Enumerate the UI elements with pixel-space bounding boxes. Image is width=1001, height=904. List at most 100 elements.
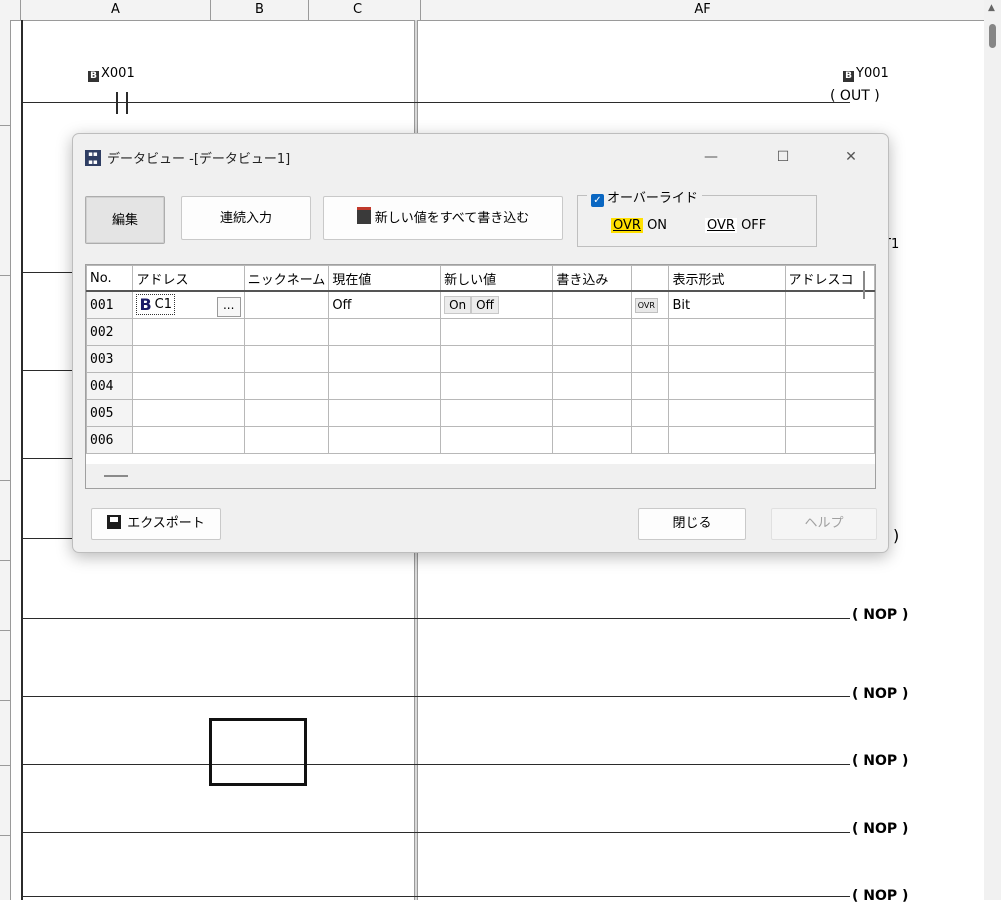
data-view-grid: No. アドレス ニックネーム 現在値 新しい値 書き込み 表示形式 アドレスコ… — [85, 264, 876, 489]
header-override[interactable] — [630, 265, 670, 292]
grid-horizontal-scrollbar[interactable] — [85, 464, 876, 489]
floppy-disk-icon — [107, 515, 122, 529]
row-number: 002 — [86, 318, 134, 346]
address-cell[interactable] — [132, 318, 245, 346]
nickname-cell[interactable] — [243, 399, 330, 427]
continuous-input-button[interactable]: 連続入力 — [181, 196, 311, 240]
header-current-value[interactable]: 現在値 — [328, 265, 442, 292]
dialog-title: データビュー -[データビュー1] — [107, 152, 291, 167]
export-button[interactable]: エクスポート — [91, 508, 221, 540]
output-coil-label: B Y001 — [843, 66, 889, 82]
column-header-af[interactable]: AF — [420, 0, 984, 20]
new-value-off-button[interactable]: Off — [471, 296, 499, 314]
row-ovr-button[interactable]: OVR — [634, 298, 658, 313]
header-nickname[interactable]: ニックネーム — [243, 265, 330, 292]
grid-vertical-scroll-thumb[interactable] — [863, 271, 865, 299]
address-editor[interactable]: B C1 — [136, 293, 176, 315]
column-header-a[interactable]: A — [20, 0, 210, 20]
contact-right-bar — [126, 92, 128, 114]
coil-paren-partial-2: ) — [893, 526, 900, 545]
nop-instruction-4[interactable]: ( NOP ) — [852, 821, 908, 837]
nop-instruction-3[interactable]: ( NOP ) — [852, 753, 908, 769]
contact-left-bar — [116, 92, 118, 114]
address-cell[interactable]: B C1 ... — [132, 290, 245, 319]
row-number: 004 — [86, 372, 134, 400]
table-row: 001 B C1 ... Off On Off OVR Bit — [86, 290, 875, 319]
nop-rung-line-5 — [22, 896, 850, 897]
address-cell[interactable] — [132, 426, 245, 454]
header-no[interactable]: No. — [86, 265, 134, 292]
bit-device-icon: B — [843, 71, 854, 82]
column-header-bar: A B C AF — [0, 0, 984, 21]
nop-instruction-1[interactable]: ( NOP ) — [852, 607, 908, 623]
table-row: 006 — [86, 426, 875, 454]
write-device-icon — [356, 207, 371, 224]
address-comment-cell — [784, 290, 875, 319]
override-cell: OVR — [630, 290, 670, 319]
row-number: 005 — [86, 399, 134, 427]
header-address[interactable]: アドレス — [132, 265, 245, 292]
nickname-cell[interactable] — [243, 318, 330, 346]
column-header-b[interactable]: B — [210, 0, 308, 20]
ovr-on-button[interactable]: OVR ON — [611, 218, 667, 233]
nop-rung-line-1 — [22, 618, 850, 619]
row-number: 001 — [86, 290, 134, 319]
grid-header-row: No. アドレス ニックネーム 現在値 新しい値 書き込み 表示形式 アドレスコ — [86, 265, 875, 292]
table-row: 005 — [86, 399, 875, 427]
current-value-cell: Off — [328, 290, 442, 319]
data-view-table: No. アドレス ニックネーム 現在値 新しい値 書き込み 表示形式 アドレスコ… — [86, 265, 875, 454]
ladder-vertical-scrollbar[interactable]: ▲ — [984, 0, 1001, 900]
input-contact-label: B X001 — [88, 66, 135, 82]
table-row: 003 — [86, 345, 875, 373]
write-cell[interactable] — [552, 290, 632, 319]
grid-scroll-thumb[interactable] — [104, 475, 128, 477]
table-row: 002 — [86, 318, 875, 346]
nop-rung-line-2 — [22, 696, 850, 697]
row-gutter — [0, 20, 11, 900]
left-power-rail — [21, 20, 23, 900]
edit-button[interactable]: 編集 — [85, 196, 165, 244]
nop-rung-line-3 — [22, 764, 850, 765]
nop-instruction-5[interactable]: ( NOP ) — [852, 888, 908, 904]
scroll-up-arrow-icon[interactable]: ▲ — [988, 3, 995, 13]
header-new-value[interactable]: 新しい値 — [440, 265, 554, 292]
column-header-c[interactable]: C — [308, 0, 406, 20]
help-button: ヘルプ — [771, 508, 877, 540]
new-value-on-button[interactable]: On — [444, 296, 472, 314]
ovr-off-button[interactable]: OVR OFF — [705, 218, 766, 233]
bit-device-icon: B — [139, 294, 152, 314]
row-number: 003 — [86, 345, 134, 373]
minimize-button[interactable]: — — [691, 144, 731, 170]
dialog-titlebar[interactable]: ▪▪ ▪▪ データビュー -[データビュー1] — ☐ ✕ — [73, 134, 888, 180]
address-cell[interactable] — [132, 345, 245, 373]
data-view-app-icon: ▪▪ ▪▪ — [85, 150, 101, 166]
override-checkbox[interactable]: ✓ オーバーライド — [587, 187, 702, 207]
rung-line-1 — [22, 102, 850, 103]
table-row: 004 — [86, 372, 875, 400]
maximize-button[interactable]: ☐ — [763, 144, 803, 170]
output-coil-instruction[interactable]: ( OUT ) — [830, 88, 880, 104]
close-button[interactable]: 閉じる — [638, 508, 746, 540]
nop-rung-line-4 — [22, 832, 850, 833]
bit-device-icon: B — [88, 71, 99, 82]
new-value-cell: On Off — [440, 290, 554, 319]
ladder-cell-cursor[interactable] — [209, 718, 307, 786]
nickname-cell[interactable] — [243, 290, 330, 319]
display-format-cell[interactable]: Bit — [668, 290, 786, 319]
address-cell[interactable] — [132, 399, 245, 427]
close-window-button[interactable]: ✕ — [831, 144, 871, 170]
checkmark-icon: ✓ — [591, 194, 604, 207]
nop-instruction-2[interactable]: ( NOP ) — [852, 686, 908, 702]
nickname-cell[interactable] — [243, 345, 330, 373]
data-view-dialog: ▪▪ ▪▪ データビュー -[データビュー1] — ☐ ✕ 編集 連続入力 新しい… — [72, 133, 889, 553]
row-number: 006 — [86, 426, 134, 454]
scroll-thumb[interactable] — [989, 24, 996, 48]
address-browse-button[interactable]: ... — [216, 296, 241, 317]
header-display-format[interactable]: 表示形式 — [668, 265, 786, 292]
nickname-cell[interactable] — [243, 372, 330, 400]
header-write[interactable]: 書き込み — [552, 265, 632, 292]
address-cell[interactable] — [132, 372, 245, 400]
header-address-comment[interactable]: アドレスコ — [784, 265, 875, 292]
write-all-new-values-button[interactable]: 新しい値をすべて書き込む — [323, 196, 563, 240]
nickname-cell[interactable] — [243, 426, 330, 454]
